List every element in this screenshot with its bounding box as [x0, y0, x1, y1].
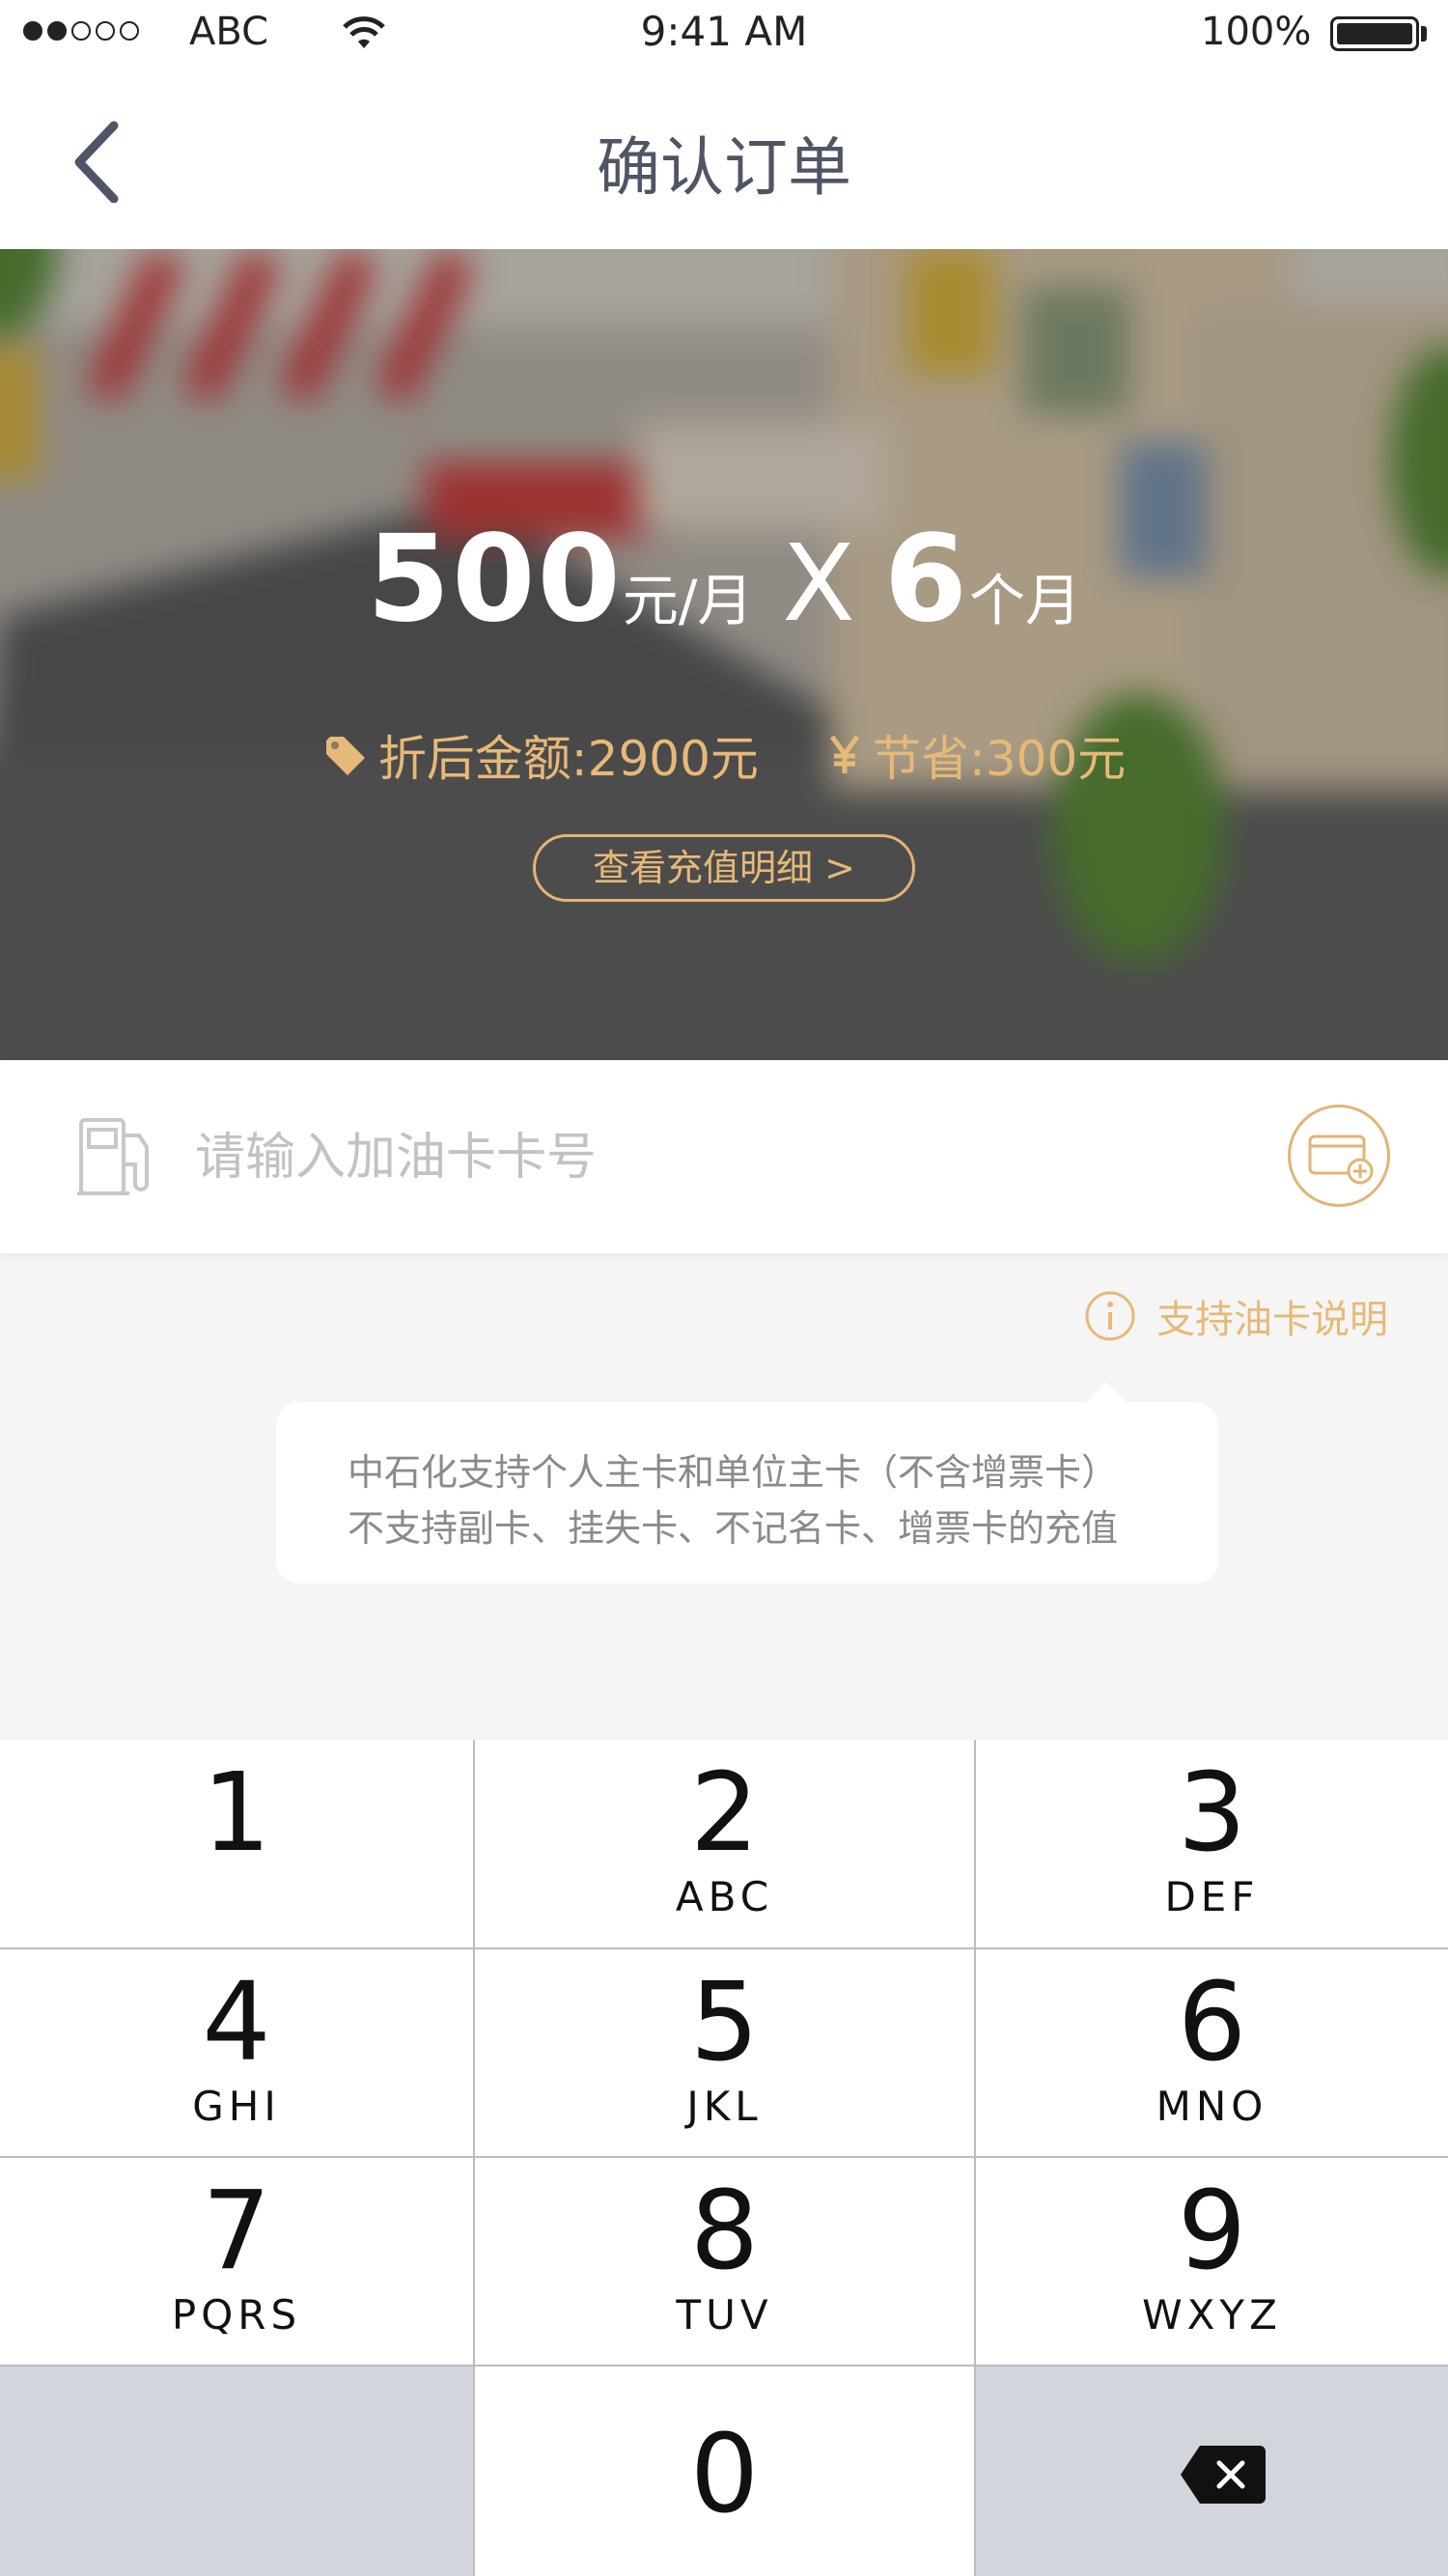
- discount-amount: 折后金额:2900元: [322, 720, 759, 790]
- key-digit: 2: [689, 1750, 760, 1876]
- add-card-button[interactable]: [1288, 1105, 1390, 1207]
- monthly-amount-unit: 元/月: [622, 568, 754, 633]
- navigation-bar: 确认订单: [0, 68, 1448, 249]
- key-letters: MNO: [1156, 2083, 1268, 2130]
- price-info: 折后金额:2900元 节省:300元: [0, 720, 1448, 790]
- card-number-input[interactable]: [193, 1116, 1220, 1199]
- key-letters: PQRS: [171, 2291, 302, 2338]
- key-letters: ABC: [675, 1873, 774, 1920]
- key-letters: JKL: [686, 2083, 763, 2130]
- key-digit: 6: [1177, 1960, 1247, 2086]
- delete-key[interactable]: [976, 2366, 1448, 2576]
- key-blank: [0, 2366, 473, 2576]
- key-7[interactable]: 7 PQRS: [0, 2158, 473, 2365]
- key-digit: 0: [689, 2412, 760, 2537]
- saving-amount-text: 节省:300元: [872, 731, 1127, 787]
- supported-cards-link-label: 支持油卡说明: [1156, 1298, 1388, 1342]
- view-recharge-details-button[interactable]: 查看充值明细 >: [533, 834, 915, 902]
- backspace-icon: [1181, 2446, 1266, 2504]
- key-digit: 3: [1177, 1750, 1247, 1876]
- add-card-icon: [1308, 1134, 1374, 1185]
- supported-cards-link[interactable]: 支持油卡说明: [1083, 1288, 1388, 1344]
- key-6[interactable]: 6 MNO: [976, 1949, 1448, 2156]
- key-letters: TUV: [676, 2291, 773, 2338]
- battery-tip: [1421, 26, 1427, 42]
- key-digit: 9: [1177, 2169, 1247, 2294]
- key-5[interactable]: 5 JKL: [475, 1949, 974, 2156]
- numeric-keypad: 1 2 ABC 3 DEF 4 GHI 5 JKL 6 MNO 7 PQRS 8…: [0, 1740, 1448, 2576]
- info-icon: [1085, 1291, 1135, 1341]
- price-tag-icon: [325, 737, 365, 775]
- battery-percent: 100%: [1201, 10, 1312, 54]
- month-count-unit: 个月: [969, 568, 1082, 633]
- battery-icon: [1330, 16, 1419, 51]
- key-8[interactable]: 8 TUV: [475, 2158, 974, 2365]
- tooltip-arrow: [1085, 1383, 1128, 1404]
- card-number-row: [0, 1060, 1448, 1253]
- key-letters: WXYZ: [1142, 2291, 1282, 2338]
- key-letters: GHI: [192, 2083, 281, 2130]
- month-count: 6: [883, 510, 969, 649]
- tooltip-line: 中石化支持个人主卡和单位主卡（不含增票卡）: [348, 1451, 1119, 1494]
- yuan-icon: [829, 735, 859, 773]
- key-9[interactable]: 9 WXYZ: [976, 2158, 1448, 2365]
- key-0[interactable]: 0: [475, 2366, 974, 2576]
- key-4[interactable]: 4 GHI: [0, 1949, 473, 2156]
- gas-pump-icon: [77, 1118, 149, 1195]
- status-bar: ABC 9:41 AM 100%: [0, 0, 1448, 68]
- key-2[interactable]: 2 ABC: [475, 1740, 974, 1947]
- key-digit: 4: [202, 1960, 271, 2086]
- saving-amount: 节省:300元: [828, 720, 1126, 790]
- tooltip-line: 不支持副卡、挂失卡、不记名卡、增票卡的充值: [348, 1507, 1119, 1550]
- key-digit: 5: [689, 1960, 760, 2086]
- page-title: 确认订单: [597, 130, 851, 205]
- key-3[interactable]: 3 DEF: [976, 1740, 1448, 1947]
- hero-banner: 500元/月 X 6个月 折后金额:2900元 节省:300元 查看充值明细 >: [0, 249, 1448, 1060]
- key-digit: 7: [202, 2169, 271, 2294]
- plan-summary: 500元/月 X 6个月: [0, 510, 1448, 649]
- key-digit: 1: [202, 1750, 271, 1876]
- key-1[interactable]: 1: [0, 1740, 473, 1947]
- key-digit: 8: [689, 2169, 760, 2294]
- discount-amount-text: 折后金额:2900元: [377, 731, 759, 787]
- supported-cards-tooltip: 中石化支持个人主卡和单位主卡（不含增票卡） 不支持副卡、挂失卡、不记名卡、增票卡…: [276, 1383, 1218, 1583]
- times-symbol: X: [782, 521, 855, 645]
- key-letters: DEF: [1164, 1873, 1260, 1920]
- monthly-amount: 500: [366, 510, 623, 649]
